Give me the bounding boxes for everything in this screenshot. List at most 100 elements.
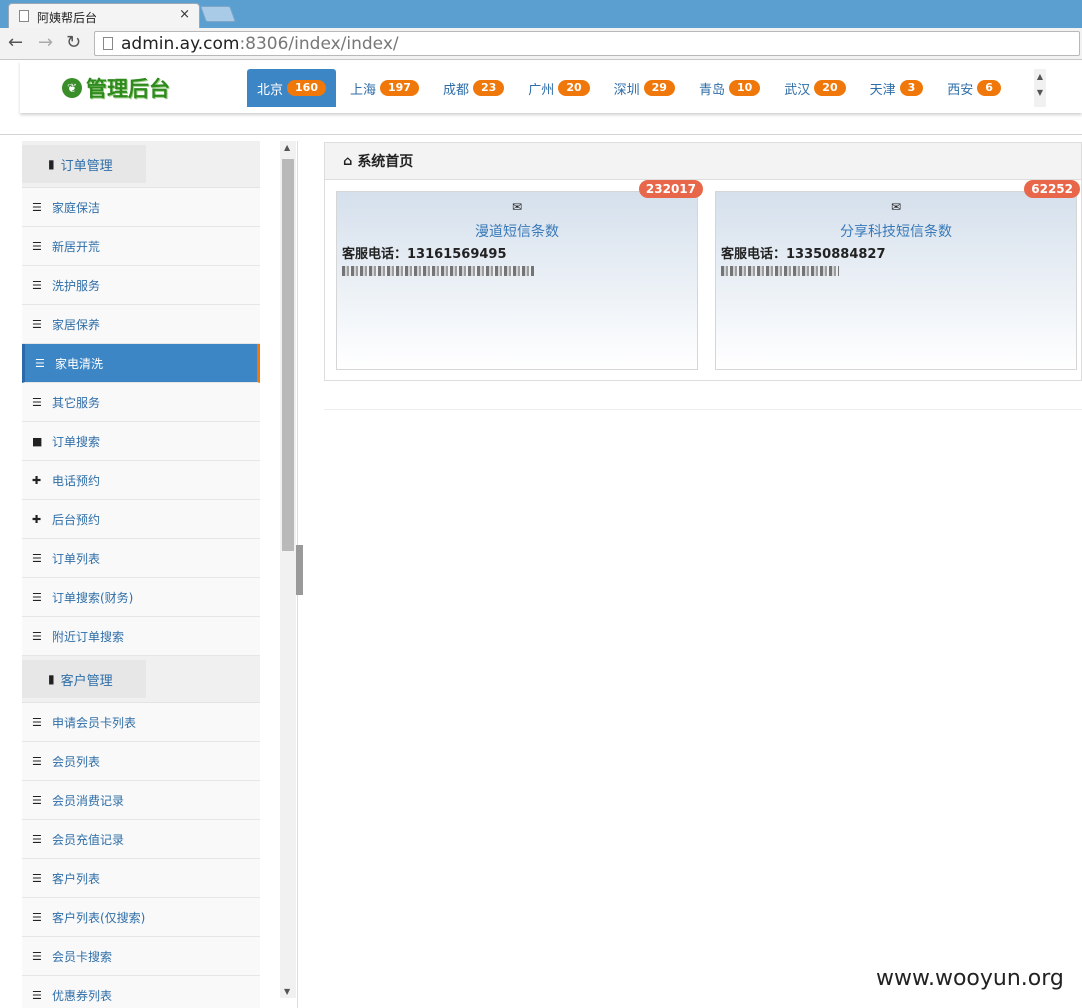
city-name: 上海 xyxy=(349,82,376,98)
sidebar-item[interactable]: ☰ 会员卡搜索 xyxy=(22,937,260,976)
list-icon: ☰ xyxy=(32,590,42,604)
city-tab[interactable]: 上海 197 xyxy=(340,69,429,107)
sidebar-item[interactable]: ☰ 会员消费记录 xyxy=(22,781,260,820)
list-icon: ☰ xyxy=(32,871,42,885)
sidebar-item[interactable]: ☰ 附近订单搜索 xyxy=(22,617,260,656)
sidebar-item-label: 会员列表 xyxy=(52,754,101,769)
sidebar-menu: ▮ 订单管理 ☰ 家庭保洁 ☰ 新居开荒 ☰ 洗护服务 ☰ 家居保养 ☰ 家电清洗 ☰ 其它服务 ■ 订单搜索… xyxy=(22,141,260,1008)
city-name: 青岛 xyxy=(698,82,725,98)
url-text[interactable]: admin.ay.com:8306/index/index/ xyxy=(121,34,399,54)
sidebar-item-label: 订单搜索(财务) xyxy=(52,590,134,605)
browser-tab[interactable]: 阿姨帮后台 × xyxy=(8,3,200,28)
sidebar-item[interactable]: ✚ 电话预约 xyxy=(22,461,260,500)
list-icon: ☰ xyxy=(32,754,42,768)
browser-tab-bar: 阿姨帮后台 × xyxy=(0,0,1082,28)
city-name: 武汉 xyxy=(784,82,811,98)
scroll-down-icon[interactable]: ▼ xyxy=(284,987,290,996)
logo[interactable]: ❦ 管理后台 xyxy=(62,73,170,103)
sidebar-item[interactable]: ☰ 客户列表 xyxy=(22,859,260,898)
pane-splitter[interactable] xyxy=(296,545,303,595)
section-header[interactable]: ▮ 客户管理 xyxy=(22,660,146,698)
sidebar-item-label: 后台预约 xyxy=(52,512,101,527)
sidebar-item-label: 洗护服务 xyxy=(52,278,101,293)
city-count-badge: 160 xyxy=(287,80,326,96)
section-title: 订单管理 xyxy=(60,158,113,174)
sidebar-item[interactable]: ☰ 会员列表 xyxy=(22,742,260,781)
city-name: 西安 xyxy=(947,82,974,98)
city-tab[interactable]: 西安 6 xyxy=(937,69,1011,107)
back-arrow-icon[interactable]: ← xyxy=(8,32,23,53)
sms-card-mandao[interactable]: 232017 ✉ 漫道短信条数 客服电话：13161569495 xyxy=(336,180,703,370)
reload-icon[interactable]: ↻ xyxy=(66,32,81,53)
panel-header: ⌂ 系统首页 xyxy=(325,143,1081,180)
list-icon: ☰ xyxy=(32,551,42,565)
sidebar-section: ▮ 订单管理 xyxy=(22,141,260,188)
city-tab[interactable]: 北京 160 xyxy=(247,69,336,107)
sidebar-item[interactable]: ☰ 申请会员卡列表 xyxy=(22,703,260,742)
city-tab[interactable]: 武汉 20 xyxy=(774,69,855,107)
sidebar-item-label: 客户列表 xyxy=(52,871,101,886)
card-title[interactable]: 漫道短信条数 xyxy=(337,221,697,241)
sidebar-item[interactable]: ☰ 客户列表(仅搜索) xyxy=(22,898,260,937)
city-tabs: 北京 160 上海 197 成都 23 广州 20 深圳 29 青岛 10 武汉 20 天津 3 西安 6 xyxy=(247,69,1015,107)
sidebar-item[interactable]: ☰ 洗护服务 xyxy=(22,266,260,305)
section-title: 客户管理 xyxy=(60,673,113,689)
city-count-badge: 10 xyxy=(728,80,761,96)
sidebar-item[interactable]: ☰ 新居开荒 xyxy=(22,227,260,266)
card-title[interactable]: 分享科技短信条数 xyxy=(716,221,1076,241)
sidebar-item[interactable]: ■ 订单搜索 xyxy=(22,422,260,461)
new-tab-button[interactable] xyxy=(200,6,236,22)
sidebar-item-label: 电话预约 xyxy=(52,473,101,488)
page-icon xyxy=(103,37,113,50)
sidebar-item[interactable]: ☰ 会员充值记录 xyxy=(22,820,260,859)
list-icon: ☰ xyxy=(32,949,42,963)
sidebar-item[interactable]: ☰ 家居保养 xyxy=(22,305,260,344)
sidebar-item[interactable]: ☰ 订单列表 xyxy=(22,539,260,578)
video-icon: ■ xyxy=(32,434,43,448)
sidebar-item-label: 订单搜索 xyxy=(52,434,101,449)
sidebar-item-label: 家居保养 xyxy=(52,317,101,332)
city-tab[interactable]: 广州 20 xyxy=(518,69,599,107)
book-icon: ▮ xyxy=(48,672,55,686)
list-icon: ☰ xyxy=(32,317,42,331)
browser-toolbar: ← → ↻ admin.ay.com:8306/index/index/ xyxy=(0,28,1082,60)
city-name: 成都 xyxy=(442,82,469,98)
city-count-badge: 3 xyxy=(899,80,924,96)
sidebar-item-label: 会员卡搜索 xyxy=(52,949,113,964)
city-tab[interactable]: 天津 3 xyxy=(860,69,934,107)
forward-arrow-icon[interactable]: → xyxy=(38,32,53,53)
phone-line: 客服电话：13350884827 xyxy=(721,247,886,262)
city-name: 广州 xyxy=(528,82,555,98)
sms-card-share[interactable]: 62252 ✉ 分享科技短信条数 客服电话：13350884827 xyxy=(715,180,1080,370)
city-tab[interactable]: 成都 23 xyxy=(433,69,514,107)
city-count-badge: 23 xyxy=(472,80,505,96)
city-count-badge: 20 xyxy=(558,80,590,96)
sidebar-item[interactable]: ☰ 家庭保洁 xyxy=(22,188,260,227)
scroll-up-icon[interactable]: ▲ xyxy=(284,143,290,152)
list-icon: ☰ xyxy=(32,200,42,214)
section-header[interactable]: ▮ 订单管理 xyxy=(22,145,146,183)
list-icon: ☰ xyxy=(32,278,42,292)
divider xyxy=(324,409,1082,410)
sidebar-scrollbar[interactable]: ▲ ▼ xyxy=(280,141,296,998)
sidebar-item[interactable]: ☰ 家电清洗 xyxy=(22,344,260,383)
home-panel: ⌂ 系统首页 232017 ✉ 漫道短信条数 客服电话：13161569495 … xyxy=(324,142,1082,381)
app-header: ❦ 管理后台 北京 160 上海 197 成都 23 广州 20 深圳 29 青岛 10 武汉 20 天津 3… xyxy=(0,61,1082,201)
leaf-icon: ❦ xyxy=(62,78,82,98)
sidebar-item[interactable]: ☰ 其它服务 xyxy=(22,383,260,422)
list-icon: ☰ xyxy=(32,395,42,409)
sidebar-item[interactable]: ☰ 订单搜索(财务) xyxy=(22,578,260,617)
sidebar-item[interactable]: ☰ 优惠券列表 xyxy=(22,976,260,1008)
sidebar-item[interactable]: ✚ 后台预约 xyxy=(22,500,260,539)
close-icon[interactable]: × xyxy=(179,7,190,22)
address-bar[interactable]: admin.ay.com:8306/index/index/ xyxy=(94,31,1080,56)
city-tab[interactable]: 深圳 29 xyxy=(604,69,685,107)
sidebar: ▮ 订单管理 ☰ 家庭保洁 ☰ 新居开荒 ☰ 洗护服务 ☰ 家居保养 ☰ 家电清洗 ☰ 其它服务 ■ 订单搜索… xyxy=(0,141,298,1008)
list-icon: ☰ xyxy=(32,832,42,846)
city-tab[interactable]: 青岛 10 xyxy=(689,69,770,107)
count-badge: 62252 xyxy=(1024,180,1080,198)
scroll-thumb[interactable] xyxy=(282,159,294,551)
phone-line: 客服电话：13161569495 xyxy=(342,247,507,262)
header-scrollbar[interactable]: ▲ ▼ xyxy=(1034,69,1046,107)
sidebar-item-label: 家庭保洁 xyxy=(52,200,101,215)
